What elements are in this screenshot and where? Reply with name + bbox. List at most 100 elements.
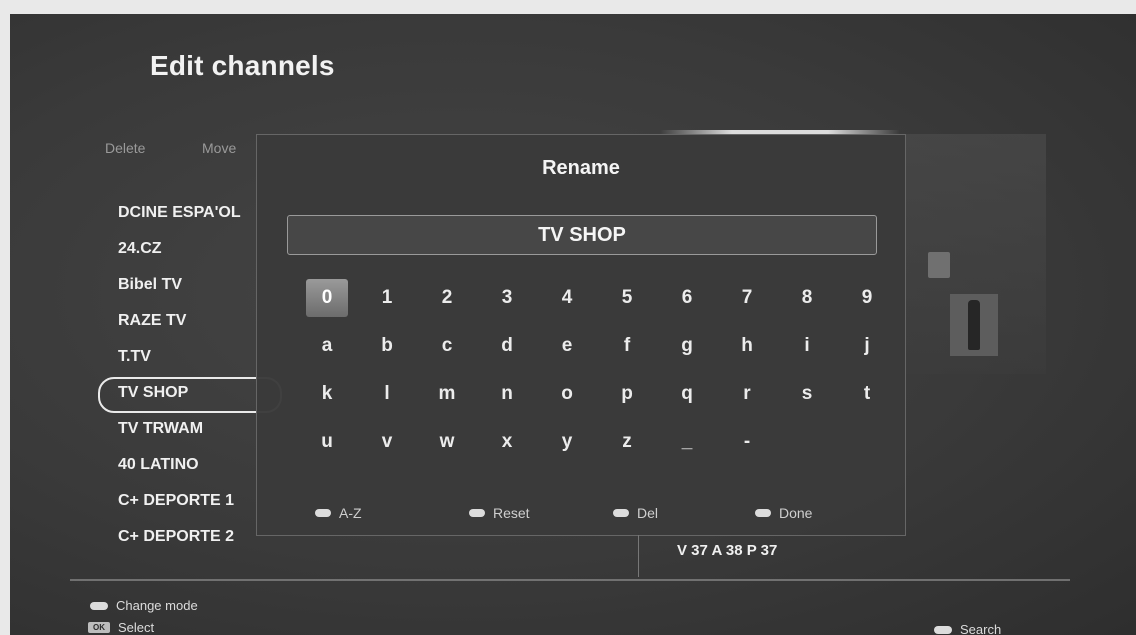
color-button-icon	[755, 509, 771, 517]
keycap: o	[561, 383, 573, 404]
keycap: _	[681, 431, 693, 452]
key-d[interactable]: d	[477, 325, 537, 367]
key-l[interactable]: l	[357, 373, 417, 415]
keycap: u	[321, 431, 333, 452]
keycap: e	[561, 335, 573, 356]
key-u[interactable]: u	[297, 421, 357, 463]
key-q[interactable]: q	[657, 373, 717, 415]
keyboard-row: k l m n o p q r s t	[297, 373, 897, 421]
keycap: j	[864, 335, 870, 356]
legend-label: Search	[960, 622, 1002, 635]
key-dash[interactable]: -	[717, 421, 777, 463]
key-7[interactable]: 7	[717, 277, 777, 319]
keycap: k	[321, 383, 333, 404]
page-title: Edit channels	[150, 50, 335, 81]
keycap: b	[381, 335, 393, 356]
keycap: a	[321, 335, 333, 356]
keycap: n	[501, 383, 513, 404]
key-z[interactable]: z	[597, 421, 657, 463]
hint-label: A-Z	[339, 505, 362, 521]
keycap: -	[743, 431, 751, 452]
color-button-icon	[934, 625, 952, 634]
keycap: l	[384, 383, 390, 404]
key-i[interactable]: i	[777, 325, 837, 367]
key-p[interactable]: p	[597, 373, 657, 415]
keycap: q	[681, 383, 693, 404]
keycap: x	[501, 431, 513, 452]
hint-reset[interactable]: Reset	[469, 505, 530, 521]
key-m[interactable]: m	[417, 373, 477, 415]
keycap: 0	[306, 279, 348, 317]
keycap: c	[441, 335, 453, 356]
key-8[interactable]: 8	[777, 277, 837, 319]
keycap: w	[439, 431, 455, 452]
hint-del[interactable]: Del	[613, 505, 658, 521]
hint-done[interactable]: Done	[755, 505, 812, 521]
keycap: i	[804, 335, 810, 356]
legend-change-mode: Change mode	[90, 598, 198, 613]
keycap: 8	[801, 287, 813, 308]
keycap: v	[381, 431, 393, 452]
key-n[interactable]: n	[477, 373, 537, 415]
keycap: 5	[621, 287, 633, 308]
keycap: d	[501, 335, 513, 356]
key-underscore[interactable]: _	[657, 421, 717, 463]
key-a[interactable]: a	[297, 325, 357, 367]
key-w[interactable]: w	[417, 421, 477, 463]
key-4[interactable]: 4	[537, 277, 597, 319]
color-button-icon	[613, 509, 629, 517]
keycap: y	[561, 431, 573, 452]
key-x[interactable]: x	[477, 421, 537, 463]
key-6[interactable]: 6	[657, 277, 717, 319]
key-h[interactable]: h	[717, 325, 777, 367]
preview-thumbnail	[950, 294, 998, 356]
legend-select: OK Select	[88, 620, 154, 635]
key-9[interactable]: 9	[837, 277, 897, 319]
legend-label: Change mode	[116, 598, 198, 613]
delete-tab[interactable]: Delete	[105, 140, 145, 156]
legend-search: Search	[934, 622, 1001, 635]
move-tab[interactable]: Move	[202, 140, 236, 156]
preview-icon	[928, 252, 950, 278]
keycap: h	[741, 335, 753, 356]
key-e[interactable]: e	[537, 325, 597, 367]
key-1[interactable]: 1	[357, 277, 417, 319]
av-pids-status: V 37 A 38 P 37	[677, 542, 778, 559]
key-s[interactable]: s	[777, 373, 837, 415]
on-screen-keyboard: 0 1 2 3 4 5 6 7 8 9 a b c d e f g h i j k l m n o p q r s t u v w x y z _ -	[297, 277, 897, 469]
key-3[interactable]: 3	[477, 277, 537, 319]
key-b[interactable]: b	[357, 325, 417, 367]
key-j[interactable]: j	[837, 325, 897, 367]
keycap: r	[743, 383, 751, 404]
keycap: m	[438, 383, 456, 404]
keycap: 6	[681, 287, 693, 308]
keycap: 2	[441, 287, 453, 308]
legend-label: Select	[118, 620, 155, 635]
key-y[interactable]: y	[537, 421, 597, 463]
ok-button-icon: OK	[88, 622, 110, 633]
keycap: g	[681, 335, 693, 356]
key-0[interactable]: 0	[297, 277, 357, 319]
keycap: t	[863, 383, 871, 404]
hint-label: Done	[779, 505, 813, 521]
key-f[interactable]: f	[597, 325, 657, 367]
rename-dialog: Rename TV SHOP 0 1 2 3 4 5 6 7 8 9 a b c d e f g h i j k l m n o…	[256, 134, 906, 536]
hint-a-z[interactable]: A-Z	[315, 505, 362, 521]
rename-input[interactable]: TV SHOP	[287, 215, 877, 255]
key-2[interactable]: 2	[417, 277, 477, 319]
status-divider	[638, 535, 639, 577]
key-k[interactable]: k	[297, 373, 357, 415]
keycap: f	[623, 335, 631, 356]
keyboard-row: a b c d e f g h i j	[297, 325, 897, 373]
key-v[interactable]: v	[357, 421, 417, 463]
key-c[interactable]: c	[417, 325, 477, 367]
color-button-icon	[315, 509, 331, 517]
keycap: s	[801, 383, 813, 404]
key-5[interactable]: 5	[597, 277, 657, 319]
key-r[interactable]: r	[717, 373, 777, 415]
key-o[interactable]: o	[537, 373, 597, 415]
keycap: 7	[741, 287, 753, 308]
key-g[interactable]: g	[657, 325, 717, 367]
key-t[interactable]: t	[837, 373, 897, 415]
hint-label: Del	[637, 505, 659, 521]
